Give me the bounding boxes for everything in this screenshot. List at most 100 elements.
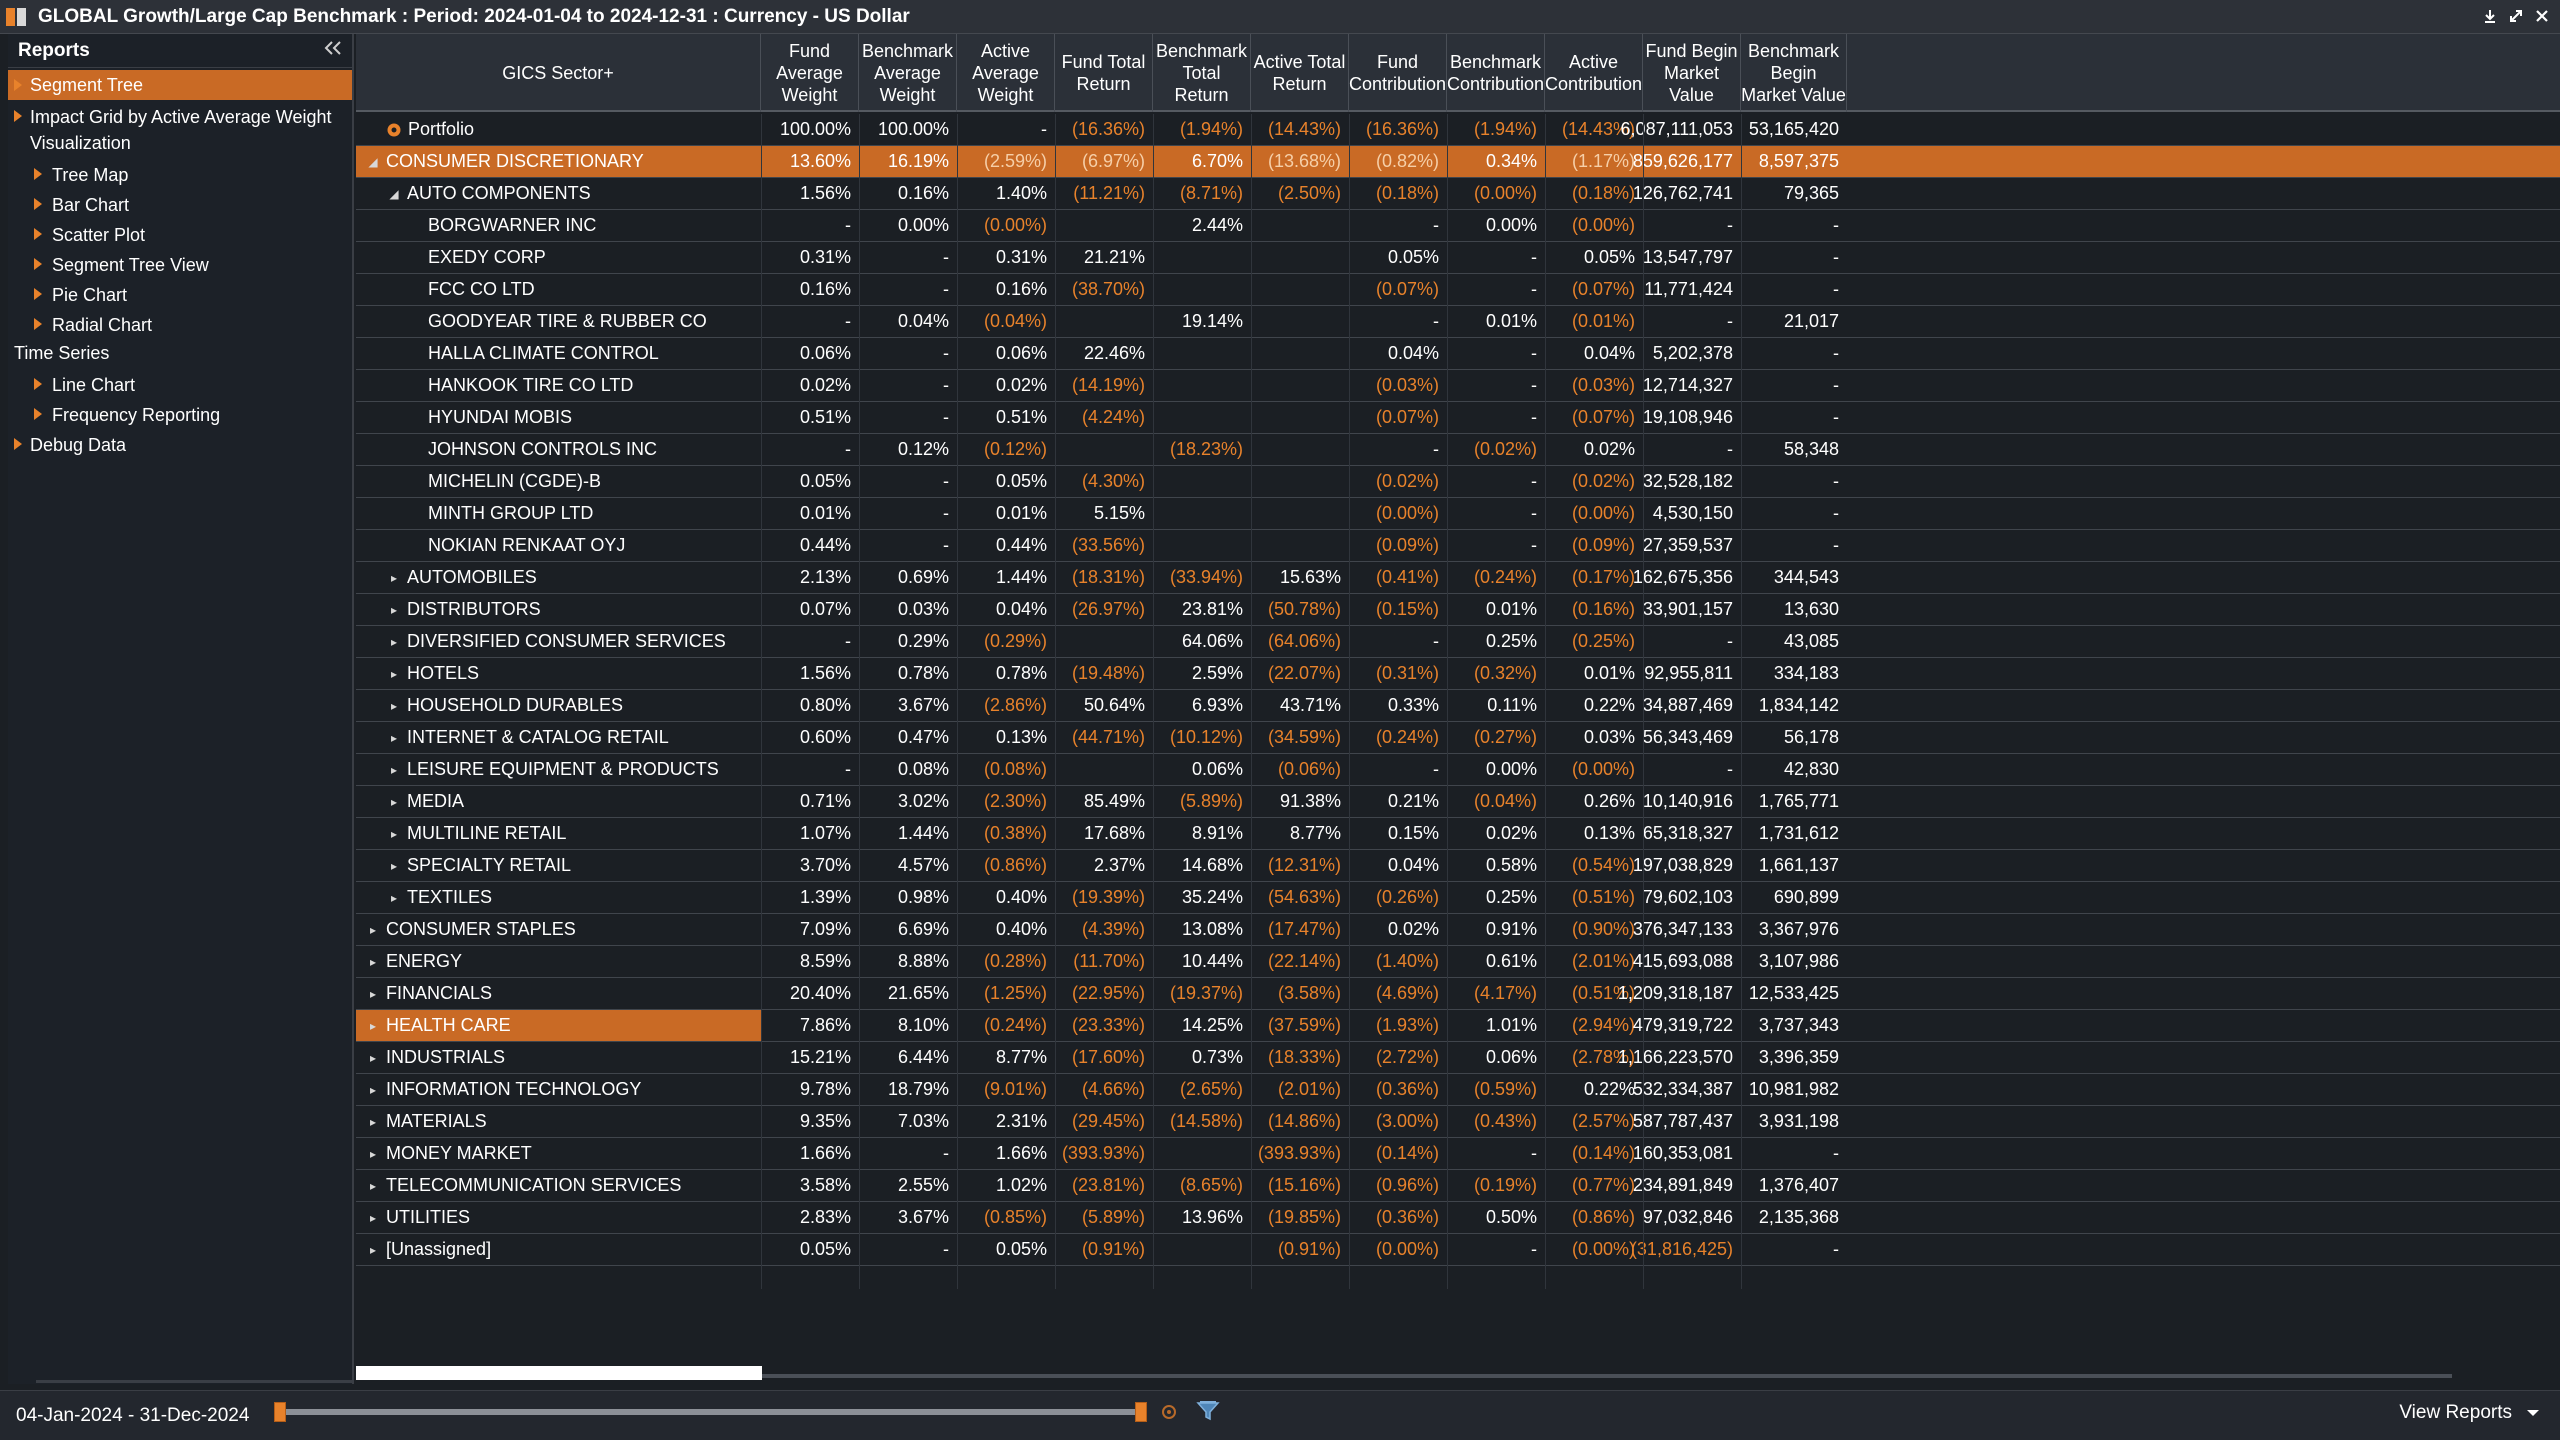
segment-name-cell[interactable]: ▸ DIVERSIFIED CONSUMER SERVICES — [356, 626, 761, 657]
name-column-scrollbar[interactable] — [356, 1366, 762, 1380]
segment-name-cell[interactable]: ▸ ENERGY — [356, 946, 761, 977]
nav-debug-data[interactable]: Debug Data — [8, 432, 352, 458]
segment-name-cell[interactable]: ▸ HOTELS — [356, 658, 761, 689]
expand-row-icon[interactable]: ▸ — [366, 1211, 380, 1225]
expand-row-icon[interactable]: ▸ — [387, 571, 401, 585]
table-row[interactable]: ▸ TELECOMMUNICATION SERVICES 3.58% 2.55% 1.0… — [356, 1170, 2560, 1202]
segment-name-cell[interactable]: ▸ UTILITIES — [356, 1202, 761, 1233]
segment-name-cell[interactable]: ▸ AUTOMOBILES — [356, 562, 761, 593]
segment-name-cell[interactable]: ▸ [Unassigned] — [356, 1234, 761, 1265]
table-row[interactable]: ▸ SPECIALTY RETAIL 3.70% 4.57% (0.86%) 2.37% 1… — [356, 850, 2560, 882]
segment-name-cell[interactable]: ▸ INFORMATION TECHNOLOGY — [356, 1074, 761, 1105]
maximize-icon[interactable] — [2506, 6, 2526, 26]
segment-name-cell[interactable]: ▸ MULTILINE RETAIL — [356, 818, 761, 849]
expand-row-icon[interactable]: ▸ — [366, 1051, 380, 1065]
column-header[interactable]: Active Average Weight — [957, 34, 1055, 112]
table-row[interactable]: JOHNSON CONTROLS INC - 0.12% (0.12%) (18.23%… — [356, 434, 2560, 466]
expand-row-icon[interactable]: ▸ — [387, 731, 401, 745]
nav-radial-chart[interactable]: Radial Chart — [8, 312, 352, 338]
segment-name-cell[interactable]: GOODYEAR TIRE & RUBBER CO — [356, 306, 761, 337]
close-icon[interactable] — [2532, 6, 2552, 26]
segment-name-cell[interactable]: HALLA CLIMATE CONTROL — [356, 338, 761, 369]
table-row[interactable]: ▸ INDUSTRIALS 15.21% 6.44% 8.77% (17.60%) 0.73… — [356, 1042, 2560, 1074]
table-row[interactable]: MINTH GROUP LTD 0.01% - 0.01% 5.15% (0.00%) - (… — [356, 498, 2560, 530]
expand-row-icon[interactable]: ▸ — [366, 1147, 380, 1161]
table-row[interactable]: ▸ INTERNET & CATALOG RETAIL 0.60% 0.47% 0.13… — [356, 722, 2560, 754]
segment-name-cell[interactable]: NOKIAN RENKAAT OYJ — [356, 530, 761, 561]
segment-name-cell[interactable]: BORGWARNER INC — [356, 210, 761, 241]
segment-name-cell[interactable]: ▸ HOUSEHOLD DURABLES — [356, 690, 761, 721]
reset-period-icon[interactable] — [1160, 1403, 1178, 1426]
nav-impact-grid[interactable]: Impact Grid by Active Average Weight Vis… — [8, 104, 352, 156]
segment-name-cell[interactable]: ▸ TELECOMMUNICATION SERVICES — [356, 1170, 761, 1201]
table-row[interactable]: ▸ MATERIALS 9.35% 7.03% 2.31% (29.45%) (14.58%… — [356, 1106, 2560, 1138]
column-header[interactable]: GICS Sector+ — [356, 34, 761, 112]
column-header[interactable]: Benchmark Begin Market Value — [1741, 34, 1847, 112]
segment-name-cell[interactable]: HANKOOK TIRE CO LTD — [356, 370, 761, 401]
segment-name-cell[interactable]: ▸ MEDIA — [356, 786, 761, 817]
segment-name-cell[interactable]: ▸ INDUSTRIALS — [356, 1042, 761, 1073]
expand-row-icon[interactable]: ▸ — [387, 859, 401, 873]
table-row[interactable]: Portfolio 100.00% 100.00% - (16.36%) (1.94%) (… — [356, 114, 2560, 146]
table-row[interactable]: ▸ MEDIA 0.71% 3.02% (2.30%) 85.49% (5.89%) 91.3… — [356, 786, 2560, 818]
table-row[interactable]: NOKIAN RENKAAT OYJ 0.44% - 0.44% (33.56%) (0.… — [356, 530, 2560, 562]
column-header[interactable]: Active Total Return — [1251, 34, 1349, 112]
expand-row-icon[interactable]: ▸ — [366, 1083, 380, 1097]
panel-scrollbar[interactable] — [36, 1380, 352, 1383]
table-row[interactable]: ▸ INFORMATION TECHNOLOGY 9.78% 18.79% (9.01%… — [356, 1074, 2560, 1106]
horizontal-scrollbar[interactable] — [762, 1374, 2452, 1378]
nav-frequency-reporting[interactable]: Frequency Reporting — [8, 402, 352, 428]
view-reports-dropdown[interactable]: View Reports — [2399, 1402, 2540, 1424]
expand-row-icon[interactable]: ▸ — [387, 699, 401, 713]
table-row[interactable]: ◢ CONSUMER DISCRETIONARY 13.60% 16.19% (2.59… — [356, 146, 2560, 178]
table-row[interactable]: ▸ FINANCIALS 20.40% 21.65% (1.25%) (22.95%) (1… — [356, 978, 2560, 1010]
segment-name-cell[interactable]: Portfolio — [356, 114, 761, 145]
expand-row-icon[interactable]: ▸ — [366, 923, 380, 937]
filter-icon[interactable] — [1196, 1400, 1220, 1427]
column-header[interactable]: Benchmark Contribution — [1447, 34, 1545, 112]
nav-line-chart[interactable]: Line Chart — [8, 372, 352, 398]
expand-row-icon[interactable]: ▸ — [366, 1243, 380, 1257]
table-row[interactable]: MICHELIN (CGDE)-B 0.05% - 0.05% (4.30%) (0.02… — [356, 466, 2560, 498]
segment-name-cell[interactable]: MINTH GROUP LTD — [356, 498, 761, 529]
nav-tree-map[interactable]: Tree Map — [8, 162, 352, 188]
table-row[interactable]: ▸ MONEY MARKET 1.66% - 1.66% (393.93%) (393.93… — [356, 1138, 2560, 1170]
table-row[interactable]: ▸ LEISURE EQUIPMENT & PRODUCTS - 0.08% (0.08… — [356, 754, 2560, 786]
table-row[interactable]: ▸ [Unassigned] 0.05% - 0.05% (0.91%) (0.91%) (0… — [356, 1234, 2560, 1266]
table-row[interactable]: ▸ HOTELS 1.56% 0.78% 0.78% (19.48%) 2.59% (22.0… — [356, 658, 2560, 690]
table-row[interactable]: HANKOOK TIRE CO LTD 0.02% - 0.02% (14.19%) (0… — [356, 370, 2560, 402]
column-header[interactable]: Fund Contribution — [1349, 34, 1447, 112]
table-row[interactable]: BORGWARNER INC - 0.00% (0.00%) 2.44% - 0.00% (0… — [356, 210, 2560, 242]
segment-name-cell[interactable]: ▸ FINANCIALS — [356, 978, 761, 1009]
download-icon[interactable] — [2480, 6, 2500, 26]
segment-name-cell[interactable]: HYUNDAI MOBIS — [356, 402, 761, 433]
nav-segment-tree[interactable]: Segment Tree — [8, 70, 352, 100]
segment-name-cell[interactable]: EXEDY CORP — [356, 242, 761, 273]
table-row[interactable]: ▸ DISTRIBUTORS 0.07% 0.03% 0.04% (26.97%) 23.8… — [356, 594, 2560, 626]
segment-name-cell[interactable]: ▸ SPECIALTY RETAIL — [356, 850, 761, 881]
table-row[interactable]: ▸ ENERGY 8.59% 8.88% (0.28%) (11.70%) 10.44% (2… — [356, 946, 2560, 978]
table-row[interactable]: FCC CO LTD 0.16% - 0.16% (38.70%) (0.07%) - (0.… — [356, 274, 2560, 306]
expand-row-icon[interactable]: ▸ — [366, 1115, 380, 1129]
nav-segment-tree-view[interactable]: Segment Tree View — [8, 252, 352, 278]
column-header[interactable]: Active Contribution — [1545, 34, 1643, 112]
table-row[interactable]: ▸ TEXTILES 1.39% 0.98% 0.40% (19.39%) 35.24% (5… — [356, 882, 2560, 914]
table-row[interactable]: ▸ CONSUMER STAPLES 7.09% 6.69% 0.40% (4.39%) 1… — [356, 914, 2560, 946]
segment-name-cell[interactable]: ▸ INTERNET & CATALOG RETAIL — [356, 722, 761, 753]
slider-start-handle[interactable] — [274, 1402, 286, 1422]
table-row[interactable]: ▸ DIVERSIFIED CONSUMER SERVICES - 0.29% (0.2… — [356, 626, 2560, 658]
expand-row-icon[interactable]: ▸ — [387, 763, 401, 777]
expand-row-icon[interactable]: ▸ — [387, 667, 401, 681]
table-row[interactable]: ▸ HOUSEHOLD DURABLES 0.80% 3.67% (2.86%) 50.6… — [356, 690, 2560, 722]
segment-name-cell[interactable]: ◢ CONSUMER DISCRETIONARY — [356, 146, 761, 177]
table-row[interactable]: HALLA CLIMATE CONTROL 0.06% - 0.06% 22.46% 0.… — [356, 338, 2560, 370]
table-row[interactable]: ▸ HEALTH CARE 7.86% 8.10% (0.24%) (23.33%) 14.… — [356, 1010, 2560, 1042]
period-slider[interactable] — [280, 1409, 1140, 1415]
segment-name-cell[interactable]: ▸ LEISURE EQUIPMENT & PRODUCTS — [356, 754, 761, 785]
column-header[interactable]: Fund Average Weight — [761, 34, 859, 112]
segment-name-cell[interactable]: ▸ CONSUMER STAPLES — [356, 914, 761, 945]
segment-name-cell[interactable]: ▸ TEXTILES — [356, 882, 761, 913]
collapse-row-icon[interactable]: ◢ — [366, 155, 380, 169]
table-row[interactable]: ▸ MULTILINE RETAIL 1.07% 1.44% (0.38%) 17.68%… — [356, 818, 2560, 850]
table-row[interactable]: ◢ AUTO COMPONENTS 1.56% 0.16% 1.40% (11.21%) (… — [356, 178, 2560, 210]
